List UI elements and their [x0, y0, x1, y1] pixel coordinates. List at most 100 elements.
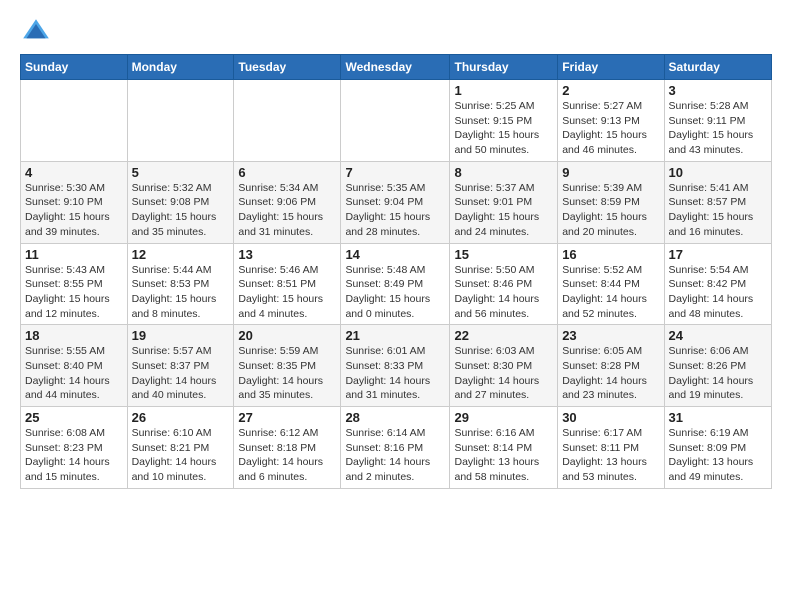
day-cell: 17Sunrise: 5:54 AMSunset: 8:42 PMDayligh… [664, 243, 771, 325]
day-cell: 12Sunrise: 5:44 AMSunset: 8:53 PMDayligh… [127, 243, 234, 325]
day-number: 22 [454, 328, 553, 343]
day-number: 3 [669, 83, 767, 98]
day-number: 30 [562, 410, 659, 425]
day-number: 7 [345, 165, 445, 180]
day-info: Sunrise: 6:06 AMSunset: 8:26 PMDaylight:… [669, 344, 767, 403]
day-number: 27 [238, 410, 336, 425]
day-number: 23 [562, 328, 659, 343]
day-header-tuesday: Tuesday [234, 55, 341, 80]
day-cell [234, 80, 341, 162]
day-cell: 7Sunrise: 5:35 AMSunset: 9:04 PMDaylight… [341, 161, 450, 243]
day-cell: 19Sunrise: 5:57 AMSunset: 8:37 PMDayligh… [127, 325, 234, 407]
day-number: 9 [562, 165, 659, 180]
header [20, 16, 772, 48]
day-cell: 22Sunrise: 6:03 AMSunset: 8:30 PMDayligh… [450, 325, 558, 407]
day-info: Sunrise: 5:46 AMSunset: 8:51 PMDaylight:… [238, 263, 336, 322]
day-number: 17 [669, 247, 767, 262]
day-cell: 31Sunrise: 6:19 AMSunset: 8:09 PMDayligh… [664, 407, 771, 489]
day-cell: 14Sunrise: 5:48 AMSunset: 8:49 PMDayligh… [341, 243, 450, 325]
week-row-4: 18Sunrise: 5:55 AMSunset: 8:40 PMDayligh… [21, 325, 772, 407]
day-number: 28 [345, 410, 445, 425]
week-row-5: 25Sunrise: 6:08 AMSunset: 8:23 PMDayligh… [21, 407, 772, 489]
day-number: 12 [132, 247, 230, 262]
day-cell: 24Sunrise: 6:06 AMSunset: 8:26 PMDayligh… [664, 325, 771, 407]
day-info: Sunrise: 6:01 AMSunset: 8:33 PMDaylight:… [345, 344, 445, 403]
day-cell [127, 80, 234, 162]
day-cell: 15Sunrise: 5:50 AMSunset: 8:46 PMDayligh… [450, 243, 558, 325]
day-info: Sunrise: 5:55 AMSunset: 8:40 PMDaylight:… [25, 344, 123, 403]
logo-icon [20, 16, 52, 48]
week-row-3: 11Sunrise: 5:43 AMSunset: 8:55 PMDayligh… [21, 243, 772, 325]
day-info: Sunrise: 6:12 AMSunset: 8:18 PMDaylight:… [238, 426, 336, 485]
day-info: Sunrise: 5:54 AMSunset: 8:42 PMDaylight:… [669, 263, 767, 322]
day-header-wednesday: Wednesday [341, 55, 450, 80]
day-info: Sunrise: 6:14 AMSunset: 8:16 PMDaylight:… [345, 426, 445, 485]
logo [20, 16, 56, 48]
day-info: Sunrise: 5:35 AMSunset: 9:04 PMDaylight:… [345, 181, 445, 240]
day-cell: 27Sunrise: 6:12 AMSunset: 8:18 PMDayligh… [234, 407, 341, 489]
day-info: Sunrise: 6:10 AMSunset: 8:21 PMDaylight:… [132, 426, 230, 485]
day-number: 14 [345, 247, 445, 262]
day-info: Sunrise: 5:50 AMSunset: 8:46 PMDaylight:… [454, 263, 553, 322]
day-cell [21, 80, 128, 162]
day-number: 2 [562, 83, 659, 98]
day-number: 13 [238, 247, 336, 262]
page: SundayMondayTuesdayWednesdayThursdayFrid… [0, 0, 792, 499]
day-info: Sunrise: 5:28 AMSunset: 9:11 PMDaylight:… [669, 99, 767, 158]
day-cell: 10Sunrise: 5:41 AMSunset: 8:57 PMDayligh… [664, 161, 771, 243]
day-number: 6 [238, 165, 336, 180]
day-cell: 2Sunrise: 5:27 AMSunset: 9:13 PMDaylight… [558, 80, 664, 162]
day-number: 1 [454, 83, 553, 98]
day-cell: 26Sunrise: 6:10 AMSunset: 8:21 PMDayligh… [127, 407, 234, 489]
day-cell: 6Sunrise: 5:34 AMSunset: 9:06 PMDaylight… [234, 161, 341, 243]
day-info: Sunrise: 5:57 AMSunset: 8:37 PMDaylight:… [132, 344, 230, 403]
day-info: Sunrise: 6:17 AMSunset: 8:11 PMDaylight:… [562, 426, 659, 485]
day-number: 24 [669, 328, 767, 343]
day-cell: 1Sunrise: 5:25 AMSunset: 9:15 PMDaylight… [450, 80, 558, 162]
day-info: Sunrise: 6:19 AMSunset: 8:09 PMDaylight:… [669, 426, 767, 485]
day-info: Sunrise: 6:08 AMSunset: 8:23 PMDaylight:… [25, 426, 123, 485]
day-header-monday: Monday [127, 55, 234, 80]
day-cell: 3Sunrise: 5:28 AMSunset: 9:11 PMDaylight… [664, 80, 771, 162]
day-header-saturday: Saturday [664, 55, 771, 80]
day-cell: 5Sunrise: 5:32 AMSunset: 9:08 PMDaylight… [127, 161, 234, 243]
day-number: 21 [345, 328, 445, 343]
day-info: Sunrise: 5:32 AMSunset: 9:08 PMDaylight:… [132, 181, 230, 240]
day-cell: 9Sunrise: 5:39 AMSunset: 8:59 PMDaylight… [558, 161, 664, 243]
day-number: 10 [669, 165, 767, 180]
week-row-2: 4Sunrise: 5:30 AMSunset: 9:10 PMDaylight… [21, 161, 772, 243]
day-cell: 4Sunrise: 5:30 AMSunset: 9:10 PMDaylight… [21, 161, 128, 243]
day-info: Sunrise: 5:37 AMSunset: 9:01 PMDaylight:… [454, 181, 553, 240]
day-info: Sunrise: 5:39 AMSunset: 8:59 PMDaylight:… [562, 181, 659, 240]
day-info: Sunrise: 5:27 AMSunset: 9:13 PMDaylight:… [562, 99, 659, 158]
day-header-thursday: Thursday [450, 55, 558, 80]
day-cell: 20Sunrise: 5:59 AMSunset: 8:35 PMDayligh… [234, 325, 341, 407]
day-cell: 8Sunrise: 5:37 AMSunset: 9:01 PMDaylight… [450, 161, 558, 243]
calendar-table: SundayMondayTuesdayWednesdayThursdayFrid… [20, 54, 772, 489]
day-cell: 16Sunrise: 5:52 AMSunset: 8:44 PMDayligh… [558, 243, 664, 325]
day-cell: 29Sunrise: 6:16 AMSunset: 8:14 PMDayligh… [450, 407, 558, 489]
day-number: 25 [25, 410, 123, 425]
day-number: 11 [25, 247, 123, 262]
day-info: Sunrise: 5:59 AMSunset: 8:35 PMDaylight:… [238, 344, 336, 403]
day-header-sunday: Sunday [21, 55, 128, 80]
day-info: Sunrise: 6:16 AMSunset: 8:14 PMDaylight:… [454, 426, 553, 485]
day-info: Sunrise: 5:30 AMSunset: 9:10 PMDaylight:… [25, 181, 123, 240]
day-info: Sunrise: 6:05 AMSunset: 8:28 PMDaylight:… [562, 344, 659, 403]
day-number: 16 [562, 247, 659, 262]
day-header-friday: Friday [558, 55, 664, 80]
day-cell: 28Sunrise: 6:14 AMSunset: 8:16 PMDayligh… [341, 407, 450, 489]
day-number: 31 [669, 410, 767, 425]
day-info: Sunrise: 5:34 AMSunset: 9:06 PMDaylight:… [238, 181, 336, 240]
day-number: 4 [25, 165, 123, 180]
day-number: 5 [132, 165, 230, 180]
day-cell: 30Sunrise: 6:17 AMSunset: 8:11 PMDayligh… [558, 407, 664, 489]
day-info: Sunrise: 6:03 AMSunset: 8:30 PMDaylight:… [454, 344, 553, 403]
day-number: 15 [454, 247, 553, 262]
day-cell [341, 80, 450, 162]
day-info: Sunrise: 5:44 AMSunset: 8:53 PMDaylight:… [132, 263, 230, 322]
day-cell: 25Sunrise: 6:08 AMSunset: 8:23 PMDayligh… [21, 407, 128, 489]
day-number: 8 [454, 165, 553, 180]
day-info: Sunrise: 5:48 AMSunset: 8:49 PMDaylight:… [345, 263, 445, 322]
day-number: 26 [132, 410, 230, 425]
